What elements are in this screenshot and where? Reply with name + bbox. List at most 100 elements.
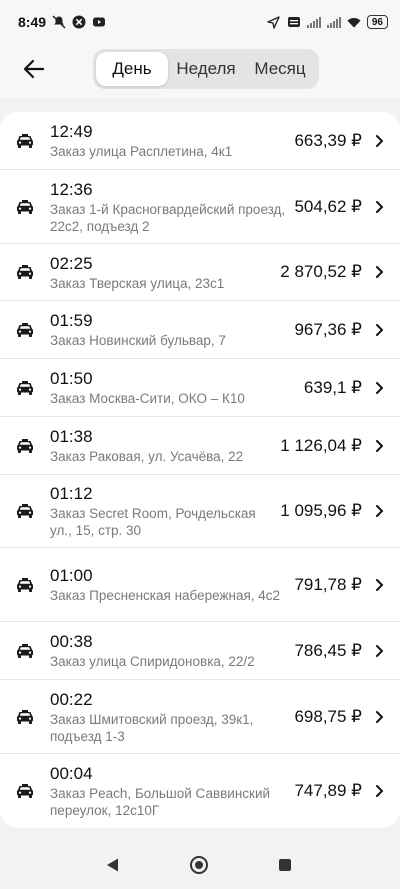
order-amount: 1 095,96 ₽ bbox=[280, 501, 362, 520]
order-row[interactable]: 01:38 Заказ Раковая, ул. Усачёва, 22 1 1… bbox=[0, 417, 400, 475]
order-time: 12:49 bbox=[50, 122, 93, 141]
chevron-right-icon bbox=[372, 323, 386, 337]
order-amount: 747,89 ₽ bbox=[294, 781, 362, 800]
order-details: 00:04 Заказ Peach, Большой Саввинский пе… bbox=[50, 763, 286, 819]
period-segmented-control: День Неделя Месяц bbox=[93, 49, 319, 89]
signal-icon bbox=[306, 16, 321, 28]
tab-day[interactable]: День bbox=[96, 52, 168, 86]
chevron-right-icon bbox=[372, 439, 386, 453]
app-x-icon bbox=[72, 15, 86, 29]
order-address: Заказ Пресненская набережная, 4с2 bbox=[50, 588, 281, 603]
order-details: 01:50 Заказ Москва-Сити, ОКО – К10 bbox=[50, 368, 296, 407]
order-details: 01:00 Заказ Пресненская набережная, 4с2 bbox=[50, 565, 286, 604]
home-circle-icon[interactable] bbox=[189, 855, 209, 875]
order-address: Заказ Новинский бульвар, 7 bbox=[50, 333, 226, 348]
tab-week[interactable]: Неделя bbox=[168, 52, 244, 86]
arrow-left-icon bbox=[23, 58, 45, 85]
chevron-right-icon bbox=[372, 381, 386, 395]
chevron-right-icon bbox=[372, 200, 386, 214]
order-amount: 791,78 ₽ bbox=[294, 574, 362, 594]
order-details: 01:12 Заказ Secret Room, Рочдельская ул.… bbox=[50, 483, 272, 539]
order-row[interactable]: 12:36 Заказ 1-й Красногвардейский проезд… bbox=[0, 170, 400, 244]
order-amount: 2 870,52 ₽ bbox=[280, 262, 362, 281]
order-time: 01:50 bbox=[50, 369, 93, 388]
order-details: 00:38 Заказ улица Спиридоновка, 22/2 bbox=[50, 631, 286, 670]
order-amount: 698,75 ₽ bbox=[294, 706, 362, 726]
order-time: 01:12 bbox=[50, 484, 93, 503]
order-time: 00:04 bbox=[50, 764, 93, 783]
order-time: 01:38 bbox=[50, 427, 93, 446]
order-amount: 967,36 ₽ bbox=[294, 319, 362, 339]
order-details: 02:25 Заказ Тверская улица, 23с1 bbox=[50, 253, 272, 292]
order-time: 01:59 bbox=[50, 311, 93, 330]
order-amount: 786,45 ₽ bbox=[294, 640, 362, 660]
order-time: 02:25 bbox=[50, 253, 93, 273]
system-nav-bar bbox=[0, 841, 400, 889]
orders-list: 12:49 Заказ улица Расплетина, 4к1 663,39… bbox=[0, 112, 400, 828]
header: День Неделя Месяц bbox=[0, 44, 400, 98]
order-details: 12:49 Заказ улица Расплетина, 4к1 bbox=[50, 121, 286, 160]
order-details: 12:36 Заказ 1-й Красногвардейский проезд… bbox=[50, 179, 286, 235]
status-right: 96 bbox=[267, 15, 388, 29]
notification-off-icon bbox=[52, 15, 66, 29]
order-amount: 639,1 ₽ bbox=[303, 377, 362, 397]
order-address: Заказ Тверская улица, 23с1 bbox=[50, 275, 225, 291]
taxi-car-icon bbox=[16, 503, 34, 519]
recents-square-icon[interactable] bbox=[275, 855, 295, 875]
volte-icon bbox=[287, 15, 301, 29]
order-row[interactable]: 02:25 Заказ Тверская улица, 23с1 2 870,5… bbox=[0, 244, 400, 301]
chevron-right-icon bbox=[372, 134, 386, 148]
taxi-car-icon bbox=[16, 438, 34, 454]
taxi-car-icon bbox=[16, 643, 34, 659]
order-row[interactable]: 00:22 Заказ Шмитовский проезд, 39к1, под… bbox=[0, 680, 400, 754]
order-row[interactable]: 00:04 Заказ Peach, Большой Саввинский пе… bbox=[0, 754, 400, 828]
status-left: 8:49 bbox=[18, 14, 106, 30]
order-time: 00:38 bbox=[50, 632, 93, 651]
chevron-right-icon bbox=[372, 578, 386, 592]
chevron-right-icon bbox=[372, 784, 386, 798]
chevron-right-icon bbox=[372, 644, 386, 658]
taxi-car-icon bbox=[16, 380, 34, 396]
taxi-car-icon bbox=[16, 264, 34, 280]
order-row[interactable]: 01:59 Заказ Новинский бульвар, 7 967,36 … bbox=[0, 301, 400, 359]
taxi-car-icon bbox=[16, 133, 34, 149]
status-bar: 8:49 96 bbox=[0, 0, 400, 44]
order-details: 01:38 Заказ Раковая, ул. Усачёва, 22 bbox=[50, 426, 272, 465]
order-time: 12:36 bbox=[50, 179, 93, 199]
order-row[interactable]: 00:38 Заказ улица Спиридоновка, 22/2 786… bbox=[0, 622, 400, 680]
back-triangle-icon[interactable] bbox=[103, 855, 123, 875]
order-details: 00:22 Заказ Шмитовский проезд, 39к1, под… bbox=[50, 689, 286, 745]
order-address: Заказ улица Расплетина, 4к1 bbox=[50, 144, 233, 159]
chevron-right-icon bbox=[372, 504, 386, 518]
signal-icon bbox=[326, 16, 341, 28]
chevron-right-icon bbox=[372, 265, 386, 279]
order-address: Заказ Москва-Сити, ОКО – К10 bbox=[50, 391, 245, 406]
taxi-car-icon bbox=[16, 322, 34, 338]
order-amount: 504,62 ₽ bbox=[294, 196, 362, 216]
order-amount: 1 126,04 ₽ bbox=[280, 435, 362, 455]
taxi-car-icon bbox=[16, 709, 34, 725]
order-details: 01:59 Заказ Новинский бульвар, 7 bbox=[50, 310, 286, 349]
taxi-car-icon bbox=[16, 199, 34, 215]
order-time: 01:00 bbox=[50, 566, 93, 585]
back-button[interactable] bbox=[20, 57, 48, 85]
order-row[interactable]: 01:50 Заказ Москва-Сити, ОКО – К10 639,1… bbox=[0, 359, 400, 417]
order-row[interactable]: 01:12 Заказ Secret Room, Рочдельская ул.… bbox=[0, 475, 400, 548]
status-time: 8:49 bbox=[18, 14, 47, 30]
order-row[interactable]: 01:00 Заказ Пресненская набережная, 4с2 … bbox=[0, 548, 400, 622]
order-amount: 663,39 ₽ bbox=[294, 130, 362, 150]
taxi-car-icon bbox=[16, 783, 34, 799]
order-address: Заказ улица Спиридоновка, 22/2 bbox=[50, 654, 255, 669]
order-address: Заказ Peach, Большой Саввинский переулок… bbox=[50, 786, 271, 818]
order-address: Заказ 1-й Красногвардейский проезд, 22с2… bbox=[50, 201, 286, 234]
order-address: Заказ Раковая, ул. Усачёва, 22 bbox=[50, 449, 244, 464]
chevron-right-icon bbox=[372, 710, 386, 724]
youtube-icon bbox=[92, 15, 106, 29]
location-arrow-icon bbox=[267, 15, 281, 29]
order-address: Заказ Secret Room, Рочдельская ул., 15, … bbox=[50, 506, 256, 538]
battery-indicator: 96 bbox=[366, 15, 388, 29]
tab-month[interactable]: Месяц bbox=[244, 52, 316, 86]
taxi-car-icon bbox=[16, 577, 34, 593]
order-row[interactable]: 12:49 Заказ улица Расплетина, 4к1 663,39… bbox=[0, 112, 400, 170]
wifi-icon bbox=[347, 15, 361, 29]
